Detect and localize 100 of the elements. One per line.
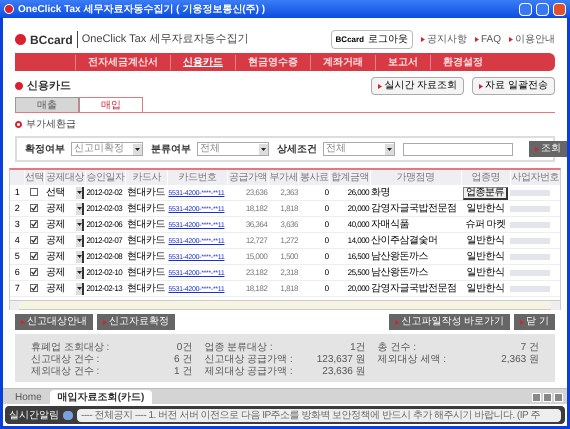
- triangle-icon: [395, 320, 400, 324]
- filter-label: 분류여부: [151, 142, 191, 156]
- row-number: 3: [10, 216, 24, 232]
- table-cell: 일반한식: [466, 251, 505, 262]
- bottom-tab[interactable]: Home: [7, 390, 50, 404]
- table-cell: 1,818: [268, 280, 299, 296]
- table-cell: 현대카드: [126, 185, 168, 200]
- table-cell: 일반한식: [466, 203, 505, 214]
- deduction-select[interactable]: 공제: [46, 233, 84, 248]
- dropdown-icon: [76, 186, 84, 198]
- blurred-cell: [510, 222, 550, 228]
- app-name: OneClick Tax 세무자료자동수집기: [76, 31, 248, 48]
- deduction-select[interactable]: 공제: [46, 201, 84, 216]
- table-cell: 18,182: [228, 200, 268, 216]
- blurred-cell: [510, 206, 550, 212]
- summary-label: 휴폐업 조회대상 :: [31, 341, 110, 352]
- blurred-cell: [510, 190, 550, 196]
- minimize-icon[interactable]: [519, 2, 532, 16]
- page-button[interactable]: 자료 일괄전송: [472, 77, 555, 95]
- maximize-icon[interactable]: [536, 2, 549, 16]
- app-icon: [4, 4, 14, 14]
- table-cell: 0: [298, 216, 330, 232]
- table-cell: 2012-02-10: [85, 264, 126, 280]
- table-cell: 남산왕돈까스: [370, 248, 462, 264]
- dropdown-icon: [76, 250, 84, 262]
- summary-value: 6 건: [174, 353, 192, 364]
- table-cell: 현대카드: [126, 232, 168, 248]
- header-link[interactable]: 공지사항: [420, 32, 467, 47]
- checkbox[interactable]: [30, 188, 38, 196]
- dropdown-icon: [76, 234, 84, 246]
- user-name: BCcard: [336, 34, 364, 46]
- action-button[interactable]: 신고대상안내: [15, 314, 93, 330]
- deduction-select[interactable]: 공제: [46, 265, 84, 280]
- table-cell: 감영자글국밥전문점: [370, 280, 462, 296]
- nav-item[interactable]: 보고서: [375, 54, 430, 70]
- logout-link[interactable]: 로그아웃: [368, 32, 408, 47]
- filter-select[interactable]: 전체: [197, 142, 269, 156]
- dropdown-icon: [385, 144, 394, 154]
- row-number: 4: [10, 232, 24, 248]
- filter-select[interactable]: 신고미확정: [71, 142, 143, 156]
- triangle-icon: [378, 84, 382, 88]
- filter-select[interactable]: 전체: [323, 142, 395, 156]
- column-header: 부가세: [268, 170, 299, 185]
- action-button[interactable]: 신고파일작성 바로가기: [389, 314, 510, 330]
- table-cell: 23,636: [228, 185, 268, 200]
- row-number: 1: [10, 185, 24, 200]
- table-cell: 0: [298, 232, 330, 248]
- row-number: 5: [10, 248, 24, 264]
- table-cell: 일반한식: [466, 235, 505, 246]
- close-icon[interactable]: [553, 2, 566, 16]
- tab[interactable]: 매출: [15, 97, 79, 112]
- notice-label: 실시간알림: [9, 408, 59, 422]
- table-cell: 2012-02-06: [85, 216, 126, 232]
- nav-item[interactable]: 현금영수증: [235, 54, 310, 70]
- table-cell: 1,272: [268, 232, 299, 248]
- close-icon[interactable]: [554, 393, 563, 402]
- table-cell: 현대카드: [126, 248, 168, 264]
- dropdown-icon: [76, 202, 84, 214]
- deduction-select[interactable]: 선택: [46, 185, 84, 200]
- deduction-select[interactable]: 공제: [46, 217, 84, 232]
- nav-item[interactable]: 신용카드: [170, 54, 235, 70]
- checkbox[interactable]: [30, 252, 38, 260]
- search-button[interactable]: 조회: [529, 141, 567, 157]
- nav-item[interactable]: 환경설정: [430, 54, 495, 70]
- summary-label: 제외대상 공급가액 :: [204, 365, 293, 376]
- triangle-icon: [474, 37, 479, 42]
- table-cell: 2,318: [268, 264, 299, 280]
- table-cell: 1,500: [268, 248, 299, 264]
- table-cell: 20,000: [330, 280, 370, 296]
- header-link[interactable]: 이용안내: [509, 32, 555, 47]
- search-field[interactable]: [403, 142, 513, 156]
- table-cell: 남산왕돈까스: [370, 264, 462, 280]
- table-cell: 0: [298, 264, 330, 280]
- action-button[interactable]: 닫 기: [514, 314, 555, 330]
- summary-value: 2,363 원: [501, 353, 539, 364]
- checkbox[interactable]: [30, 204, 38, 212]
- checkbox[interactable]: [30, 236, 38, 244]
- page-button[interactable]: 실시간 자료조회: [371, 77, 464, 95]
- checkbox[interactable]: [30, 284, 38, 292]
- tab[interactable]: 매입: [79, 97, 143, 112]
- nav-item[interactable]: 계좌거래: [310, 54, 375, 70]
- brand-logo: BCcard: [30, 32, 73, 48]
- checkbox[interactable]: [30, 268, 38, 276]
- summary-value: 1건: [350, 341, 366, 352]
- deduction-select[interactable]: 공제: [46, 249, 84, 264]
- header-link[interactable]: FAQ: [474, 32, 501, 47]
- column-header: 업종명: [461, 170, 510, 185]
- action-button[interactable]: 신고자료확정: [97, 314, 175, 330]
- filter-label: 상세조건: [277, 142, 317, 156]
- bottom-tab[interactable]: 매입자료조회(카드): [50, 390, 152, 404]
- table-cell: 26,000: [330, 185, 370, 200]
- table-cell: 23,182: [228, 264, 268, 280]
- checkbox[interactable]: [30, 220, 38, 228]
- industry-button[interactable]: 업종분류: [463, 187, 508, 200]
- column-header: 공제대상: [44, 170, 86, 185]
- summary-value: 1 건: [174, 365, 192, 376]
- nav-item[interactable]: 전자세금계산서: [75, 54, 170, 70]
- triangle-icon: [103, 320, 107, 324]
- row-number: 7: [10, 280, 24, 296]
- deduction-select[interactable]: 공제: [46, 281, 84, 296]
